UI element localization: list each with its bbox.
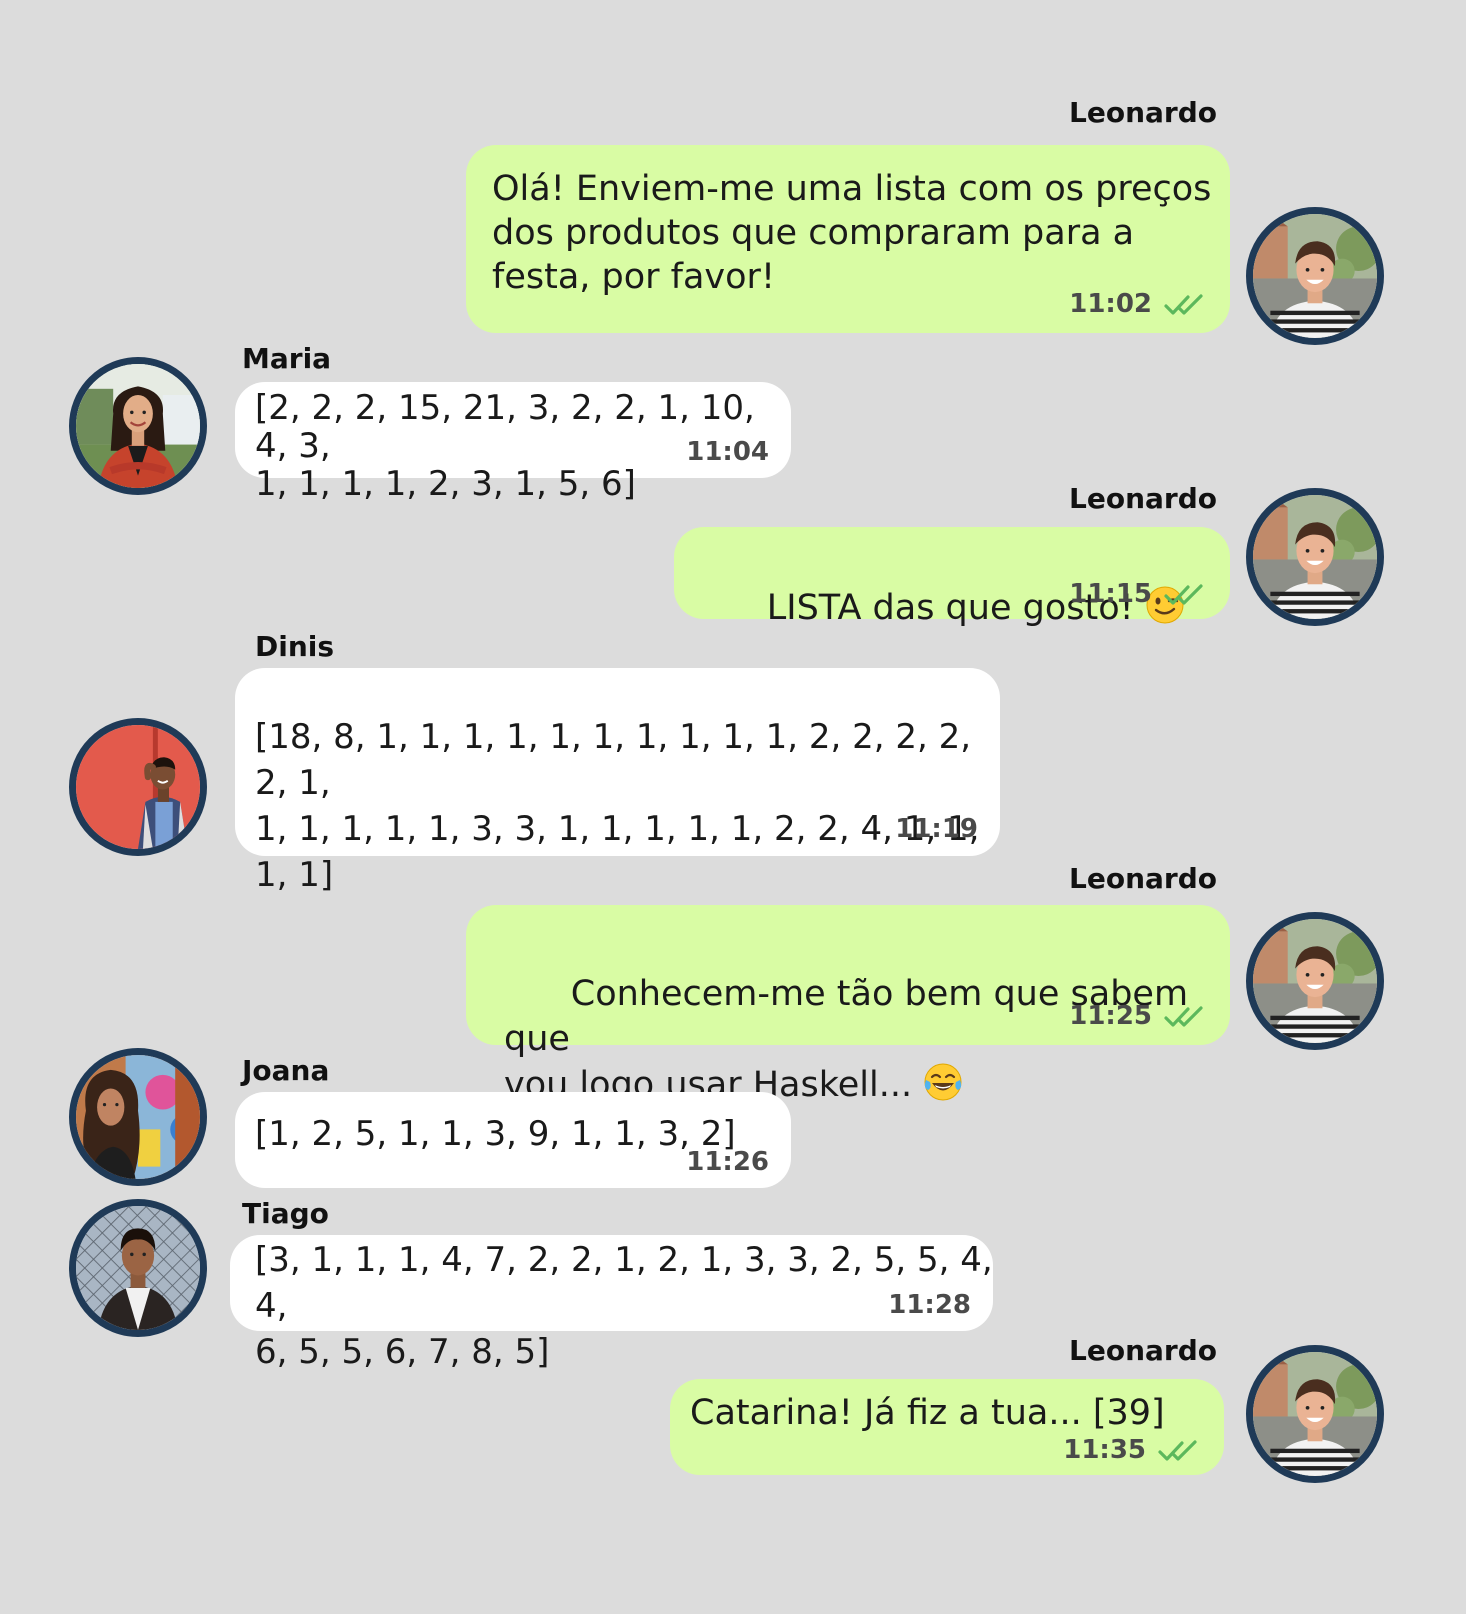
message-text: Conhecem-me tão bem que sabem que vou lo…	[504, 974, 1189, 1105]
message-bubble[interactable]: LISTA das que gosto! 11:15	[674, 527, 1230, 628]
sender-name: Dinis	[255, 630, 335, 663]
message-time: 11:28	[888, 1290, 971, 1320]
message-time: 11:35	[1063, 1435, 1146, 1465]
avatar-leonardo[interactable]	[1246, 488, 1384, 626]
sender-name: Leonardo	[1069, 862, 1217, 895]
tears-of-joy-emoji	[924, 1063, 962, 1101]
sender-name: Tiago	[242, 1197, 329, 1230]
sender-name: Joana	[242, 1054, 330, 1087]
avatar-maria[interactable]	[69, 357, 207, 495]
message-text: [3, 1, 1, 1, 4, 7, 2, 2, 1, 2, 1, 3, 3, …	[255, 1240, 993, 1372]
message-text: Olá! Enviem-me uma lista com os preços d…	[492, 169, 1212, 297]
message-text: Catarina! Já fiz a tua... [39]	[690, 1393, 1165, 1433]
avatar-joana[interactable]	[69, 1048, 207, 1186]
sender-name: Leonardo	[1069, 482, 1217, 515]
double-check-icon	[1158, 1440, 1197, 1461]
double-check-icon	[1164, 1006, 1203, 1027]
message-time: 11:25	[1069, 1001, 1152, 1031]
avatar-dinis[interactable]	[69, 718, 207, 856]
message-bubble[interactable]: [3, 1, 1, 1, 4, 7, 2, 2, 1, 2, 1, 3, 3, …	[230, 1235, 993, 1372]
avatar-leonardo[interactable]	[1246, 207, 1384, 345]
double-check-icon	[1164, 294, 1203, 315]
avatar-leonardo[interactable]	[1246, 912, 1384, 1050]
sender-name: Leonardo	[1069, 1334, 1217, 1367]
message-text: [1, 2, 5, 1, 1, 3, 9, 1, 1, 3, 2]	[255, 1114, 736, 1154]
message-time: 11:26	[686, 1147, 769, 1177]
sender-name: Maria	[242, 342, 332, 375]
sender-name: Leonardo	[1069, 96, 1217, 129]
message-bubble[interactable]: Olá! Enviem-me uma lista com os preços d…	[466, 145, 1230, 333]
avatar-tiago[interactable]	[69, 1199, 207, 1337]
avatar-leonardo[interactable]	[1246, 1345, 1384, 1483]
message-bubble[interactable]: [18, 8, 1, 1, 1, 1, 1, 1, 1, 1, 1, 1, 2,…	[235, 668, 1000, 895]
double-check-icon	[1164, 584, 1203, 605]
message-bubble[interactable]: [1, 2, 5, 1, 1, 3, 9, 1, 1, 3, 2] 11:26	[235, 1092, 791, 1188]
message-time: 11:04	[686, 437, 769, 467]
message-time: 11:19	[895, 814, 978, 844]
message-bubble[interactable]: Conhecem-me tão bem que sabem que vou lo…	[466, 905, 1230, 1105]
message-text: [18, 8, 1, 1, 1, 1, 1, 1, 1, 1, 1, 1, 2,…	[255, 717, 980, 895]
message-time: 11:02	[1069, 289, 1152, 319]
message-time: 11:15	[1069, 579, 1152, 609]
message-bubble[interactable]: Catarina! Já fiz a tua... [39] 11:35	[670, 1379, 1224, 1475]
message-bubble[interactable]: [2, 2, 2, 15, 21, 3, 2, 2, 1, 10, 4, 3, …	[235, 382, 791, 503]
